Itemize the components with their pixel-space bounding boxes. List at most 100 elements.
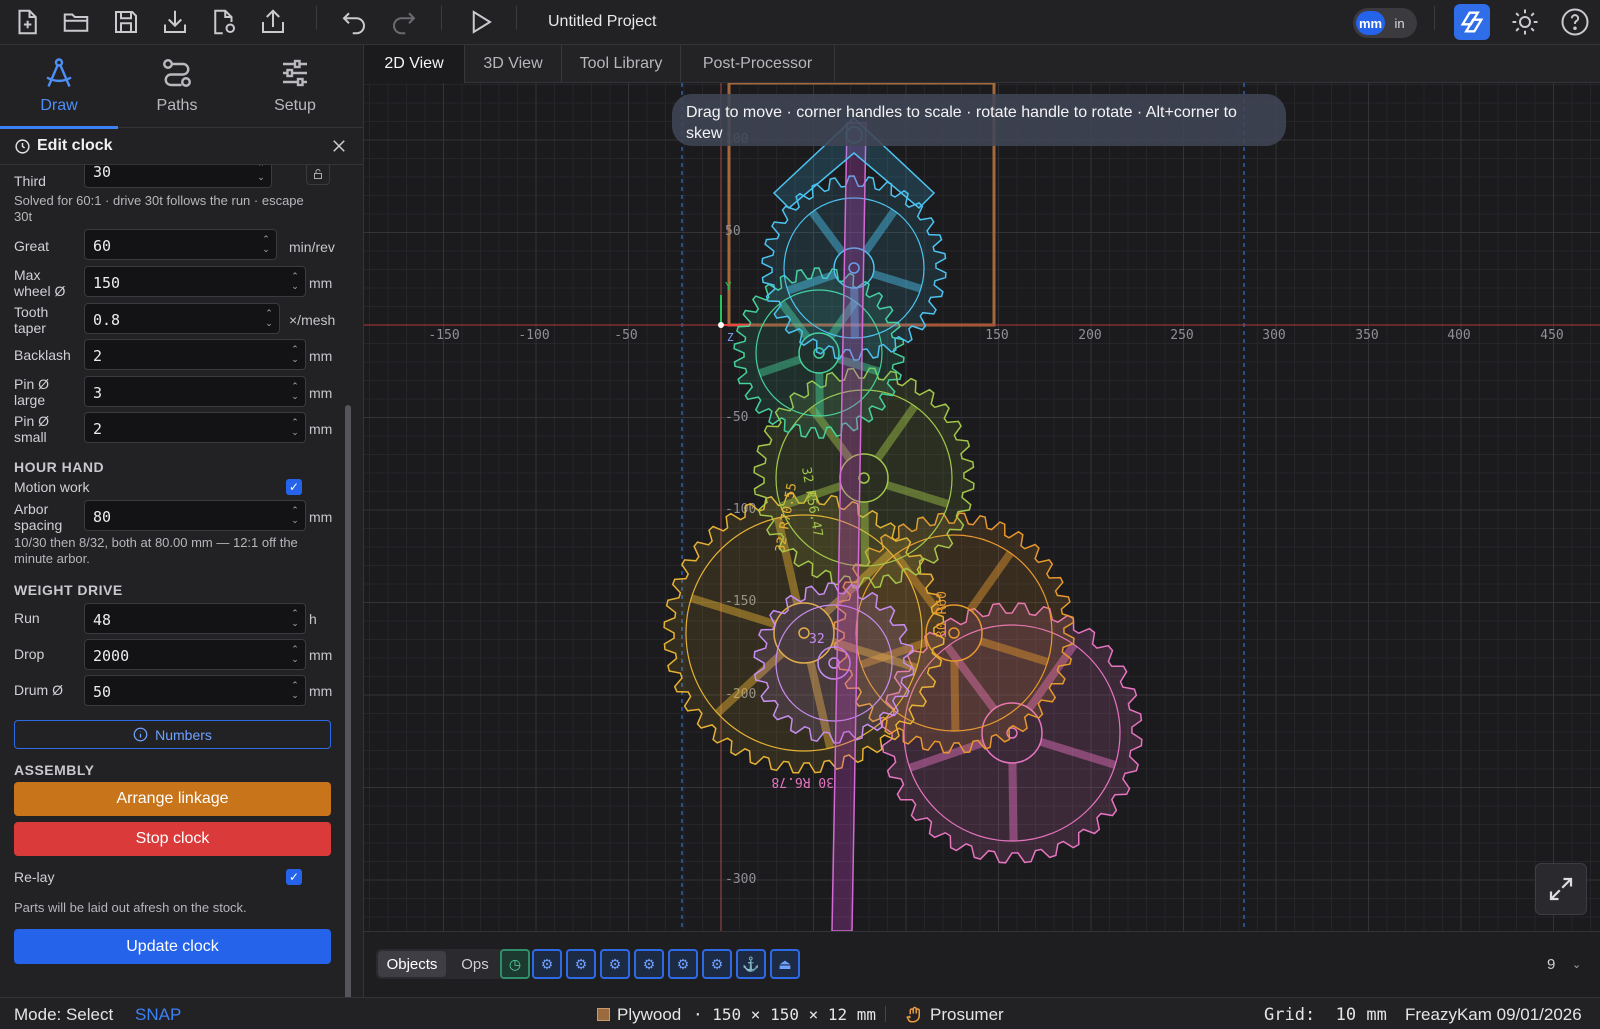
close-icon[interactable]: [330, 137, 348, 155]
stepper-icon[interactable]: ⌃ ⌄: [289, 506, 301, 526]
numbers-button[interactable]: Numbers: [14, 720, 331, 749]
run-label: Run: [14, 610, 40, 626]
tab-post-processor[interactable]: Post-Processor: [681, 45, 835, 83]
app-logo-icon[interactable]: [1454, 4, 1490, 40]
x-tick-label: 400: [1447, 328, 1470, 343]
machine-profile[interactable]: Prosumer: [930, 1005, 1004, 1025]
stepper-icon[interactable]: ⌃ ⌄: [263, 309, 275, 329]
theme-sun-icon[interactable]: [1507, 4, 1543, 40]
relay-checkbox[interactable]: ✓: [286, 869, 302, 885]
stop-clock-button[interactable]: Stop clock: [14, 822, 331, 856]
fit-view-button[interactable]: [1535, 863, 1587, 915]
help-icon[interactable]: [1557, 4, 1593, 40]
sidebar-scrollbar[interactable]: [345, 405, 351, 1019]
arbor-spacing-input[interactable]: 80 ⌃ ⌄: [84, 500, 306, 531]
unit-mm[interactable]: mm: [1356, 11, 1385, 35]
tooth-taper-input[interactable]: 0.8 ⌃ ⌄: [84, 303, 280, 334]
tooth-taper-unit: ×/mesh: [289, 312, 336, 328]
tab-2d-view[interactable]: 2D View: [364, 45, 465, 83]
top-toolbar: Untitled Project mm in: [0, 0, 1600, 45]
view-tabs: 2D View 3D View Tool Library Post-Proces…: [364, 45, 1600, 83]
relay-label: Re-lay: [14, 869, 55, 885]
drum-input[interactable]: 50 ⌃ ⌄: [84, 675, 306, 706]
stepper-icon[interactable]: ⌃ ⌄: [289, 681, 301, 701]
max-wheel-input[interactable]: 150 ⌃ ⌄: [84, 266, 306, 297]
mode-status: Mode: Select: [14, 1005, 114, 1024]
x-tick-label: 200: [1078, 328, 1101, 343]
stepper-icon[interactable]: ⌃ ⌄: [260, 235, 272, 255]
object-bar: Objects Ops ◷ ⚙ ⚙ ⚙ ⚙ ⚙ ⚙ ⚓ ⏏ 9 ⌄: [364, 931, 1600, 997]
credit-text: FreazyKam 09/01/2026: [1405, 1005, 1582, 1024]
unit-in[interactable]: in: [1385, 11, 1414, 35]
gear-icon[interactable]: ⚙: [634, 949, 664, 979]
tab-draw[interactable]: Draw: [0, 45, 118, 129]
save-icon[interactable]: [108, 4, 144, 40]
backlash-input[interactable]: 2 ⌃ ⌄: [84, 339, 306, 370]
info-icon: [133, 727, 148, 742]
pin-small-label: Pin Ø small: [14, 413, 50, 445]
run-input[interactable]: 48 ⌃ ⌄: [84, 603, 306, 634]
new-file-icon[interactable]: [9, 4, 45, 40]
stepper-icon[interactable]: ⌃ ⌄: [289, 382, 301, 402]
arrange-linkage-button[interactable]: Arrange linkage: [14, 782, 331, 816]
tab-objects[interactable]: Objects: [378, 951, 446, 977]
drawing-surface[interactable]: -150-100-5015020025030035040045010050-50…: [364, 83, 1600, 931]
clock-icon[interactable]: ◷: [500, 949, 530, 979]
tab-ops[interactable]: Ops: [448, 951, 502, 977]
open-folder-icon[interactable]: [58, 4, 94, 40]
drop-input[interactable]: 2000 ⌃ ⌄: [84, 639, 306, 670]
undo-icon[interactable]: [336, 4, 372, 40]
great-input[interactable]: 60 ⌃ ⌄: [84, 229, 277, 260]
stepper-icon[interactable]: ⌃ ⌄: [255, 165, 267, 183]
pin-small-input[interactable]: 2 ⌃ ⌄: [84, 412, 306, 443]
lock-icon: [314, 169, 322, 179]
pin-large-input[interactable]: 3 ⌃ ⌄: [84, 376, 306, 407]
y-tick-label: -50: [725, 410, 748, 425]
tab-setup[interactable]: Setup: [236, 45, 354, 128]
assembly-heading: ASSEMBLY: [14, 762, 95, 778]
lock-button[interactable]: [306, 165, 330, 185]
great-unit: min/rev: [289, 239, 335, 255]
snap-toggle[interactable]: SNAP: [135, 1005, 181, 1025]
gear-icon[interactable]: ⚙: [566, 949, 596, 979]
stepper-icon[interactable]: ⌃ ⌄: [289, 418, 301, 438]
x-tick-label: 350: [1355, 328, 1378, 343]
weight-icon[interactable]: ⏏: [770, 949, 800, 979]
anchor-icon[interactable]: ⚓: [736, 949, 766, 979]
pin-large-label: Pin Ø large: [14, 376, 50, 408]
design-canvas[interactable]: -150-100-5015020025030035040045010050-50…: [364, 83, 1600, 931]
chevron-down-icon[interactable]: ⌄: [1572, 958, 1581, 971]
gear-icon[interactable]: ⚙: [532, 949, 562, 979]
stepper-icon[interactable]: ⌃ ⌄: [289, 345, 301, 365]
arbor-spacing-label: Arbor spacing: [14, 501, 63, 533]
weight-drive-heading: WEIGHT DRIVE: [14, 582, 123, 598]
clock-gears[interactable]: [663, 175, 1143, 864]
stepper-icon[interactable]: ⌃ ⌄: [289, 609, 301, 629]
export-icon[interactable]: [255, 4, 291, 40]
material-name[interactable]: Plywood: [617, 1005, 681, 1025]
stepper-icon[interactable]: ⌃ ⌄: [289, 645, 301, 665]
motion-work-checkbox[interactable]: ✓: [286, 479, 302, 495]
gear-label: 32: [809, 632, 825, 647]
x-tick-label: -50: [614, 328, 637, 343]
gear-icon[interactable]: ⚙: [668, 949, 698, 979]
drum-unit: mm: [309, 683, 333, 699]
project-title[interactable]: Untitled Project: [548, 13, 657, 31]
gear-icon[interactable]: ⚙: [702, 949, 732, 979]
drum-label: Drum Ø: [14, 682, 63, 698]
x-tick-label: 450: [1540, 328, 1563, 343]
stepper-icon[interactable]: ⌃ ⌄: [289, 272, 301, 292]
third-input[interactable]: 30 ⌃ ⌄: [84, 165, 272, 188]
import-icon[interactable]: [157, 4, 193, 40]
unit-toggle[interactable]: mm in: [1353, 8, 1417, 38]
third-label: Third: [14, 173, 46, 189]
gear-icon[interactable]: ⚙: [600, 949, 630, 979]
tab-paths[interactable]: Paths: [118, 45, 236, 128]
tab-3d-view[interactable]: 3D View: [465, 45, 562, 83]
update-clock-button[interactable]: Update clock: [14, 929, 331, 964]
tab-tool-library[interactable]: Tool Library: [562, 45, 681, 83]
gear-label: 30 R6.78: [771, 774, 834, 789]
redo-icon[interactable]: [386, 4, 422, 40]
file-settings-icon[interactable]: [206, 4, 242, 40]
play-icon[interactable]: [462, 4, 498, 40]
